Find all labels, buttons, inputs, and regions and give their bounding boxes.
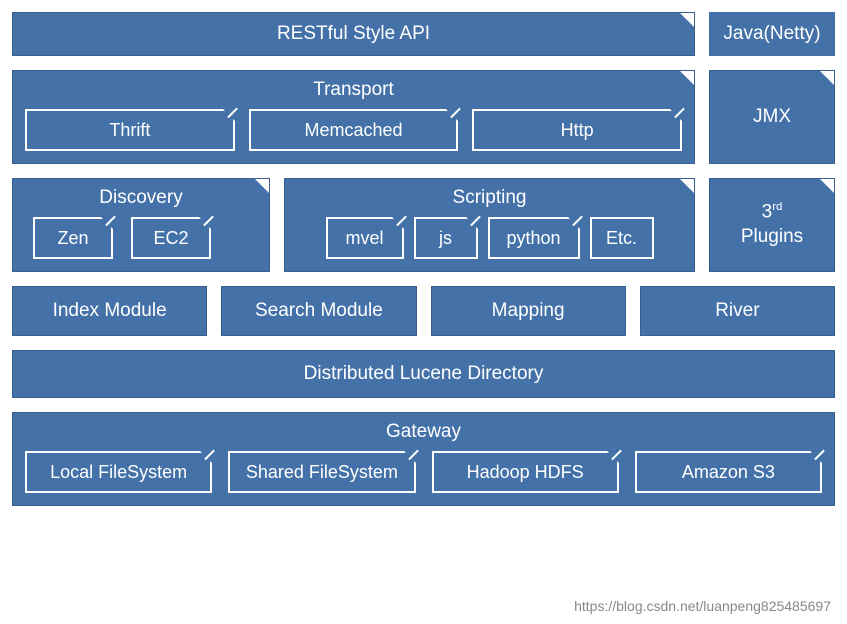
scripting-container: Scripting mvel js python Etc.	[284, 178, 695, 272]
discovery-zen: Zen	[33, 217, 113, 259]
gateway-shared-fs: Shared FileSystem	[228, 451, 415, 493]
discovery-title: Discovery	[25, 187, 257, 209]
hadoop-label: Hadoop HDFS	[467, 462, 584, 483]
discovery-ec2: EC2	[131, 217, 211, 259]
zen-label: Zen	[57, 228, 88, 249]
gateway-title: Gateway	[25, 421, 822, 443]
transport-title: Transport	[25, 79, 682, 101]
gateway-container: Gateway Local FileSystem Shared FileSyst…	[12, 412, 835, 506]
shared-fs-label: Shared FileSystem	[246, 462, 398, 483]
ec2-label: EC2	[153, 228, 188, 249]
mvel-label: mvel	[345, 228, 383, 249]
scripting-js: js	[414, 217, 478, 259]
search-module-label: Search Module	[255, 300, 383, 322]
plugins-box: 3rd Plugins	[709, 178, 835, 272]
mapping-box: Mapping	[431, 286, 626, 336]
scripting-items: mvel js python Etc.	[297, 217, 682, 259]
restful-api-box: RESTful Style API	[12, 12, 695, 56]
gateway-local-fs: Local FileSystem	[25, 451, 212, 493]
jmx-box: JMX	[709, 70, 835, 164]
plugins-line2: Plugins	[741, 225, 803, 250]
plugins-prefix: 3	[762, 201, 773, 222]
transport-thrift: Thrift	[25, 109, 235, 151]
etc-label: Etc.	[606, 228, 637, 249]
index-module-box: Index Module	[12, 286, 207, 336]
local-fs-label: Local FileSystem	[50, 462, 187, 483]
scripting-mvel: mvel	[326, 217, 404, 259]
gateway-s3: Amazon S3	[635, 451, 822, 493]
gateway-items: Local FileSystem Shared FileSystem Hadoo…	[25, 451, 822, 493]
row-gateway: Gateway Local FileSystem Shared FileSyst…	[12, 412, 835, 506]
memcached-label: Memcached	[304, 120, 402, 141]
index-module-label: Index Module	[53, 300, 167, 322]
mapping-label: Mapping	[492, 300, 565, 322]
s3-label: Amazon S3	[682, 462, 775, 483]
discovery-items: Zen EC2	[25, 217, 257, 259]
search-module-box: Search Module	[221, 286, 416, 336]
discovery-container: Discovery Zen EC2	[12, 178, 270, 272]
thrift-label: Thrift	[109, 120, 150, 141]
scripting-title: Scripting	[297, 187, 682, 209]
row-lucene: Distributed Lucene Directory	[12, 350, 835, 398]
scripting-python: python	[488, 217, 580, 259]
lucene-directory-label: Distributed Lucene Directory	[304, 363, 544, 385]
java-netty-box: Java(Netty)	[709, 12, 835, 56]
transport-container: Transport Thrift Memcached Http	[12, 70, 695, 164]
python-label: python	[506, 228, 560, 249]
transport-http: Http	[472, 109, 682, 151]
row-discovery-scripting: Discovery Zen EC2 Scripting mvel js pyth…	[12, 178, 835, 272]
watermark-text: https://blog.csdn.net/luanpeng825485697	[574, 598, 831, 614]
transport-memcached: Memcached	[249, 109, 459, 151]
river-label: River	[715, 300, 759, 322]
row-transport: Transport Thrift Memcached Http JMX	[12, 70, 835, 164]
restful-api-label: RESTful Style API	[277, 23, 430, 45]
gateway-hadoop: Hadoop HDFS	[432, 451, 619, 493]
java-netty-label: Java(Netty)	[723, 23, 820, 45]
plugins-sup: rd	[772, 201, 782, 213]
plugins-line1: 3rd	[762, 200, 783, 225]
http-label: Http	[561, 120, 594, 141]
row-modules: Index Module Search Module Mapping River	[12, 286, 835, 336]
lucene-directory-box: Distributed Lucene Directory	[12, 350, 835, 398]
js-label: js	[439, 228, 452, 249]
river-box: River	[640, 286, 835, 336]
jmx-label: JMX	[753, 106, 791, 128]
scripting-etc: Etc.	[590, 217, 654, 259]
row-api: RESTful Style API Java(Netty)	[12, 12, 835, 56]
transport-items: Thrift Memcached Http	[25, 109, 682, 151]
